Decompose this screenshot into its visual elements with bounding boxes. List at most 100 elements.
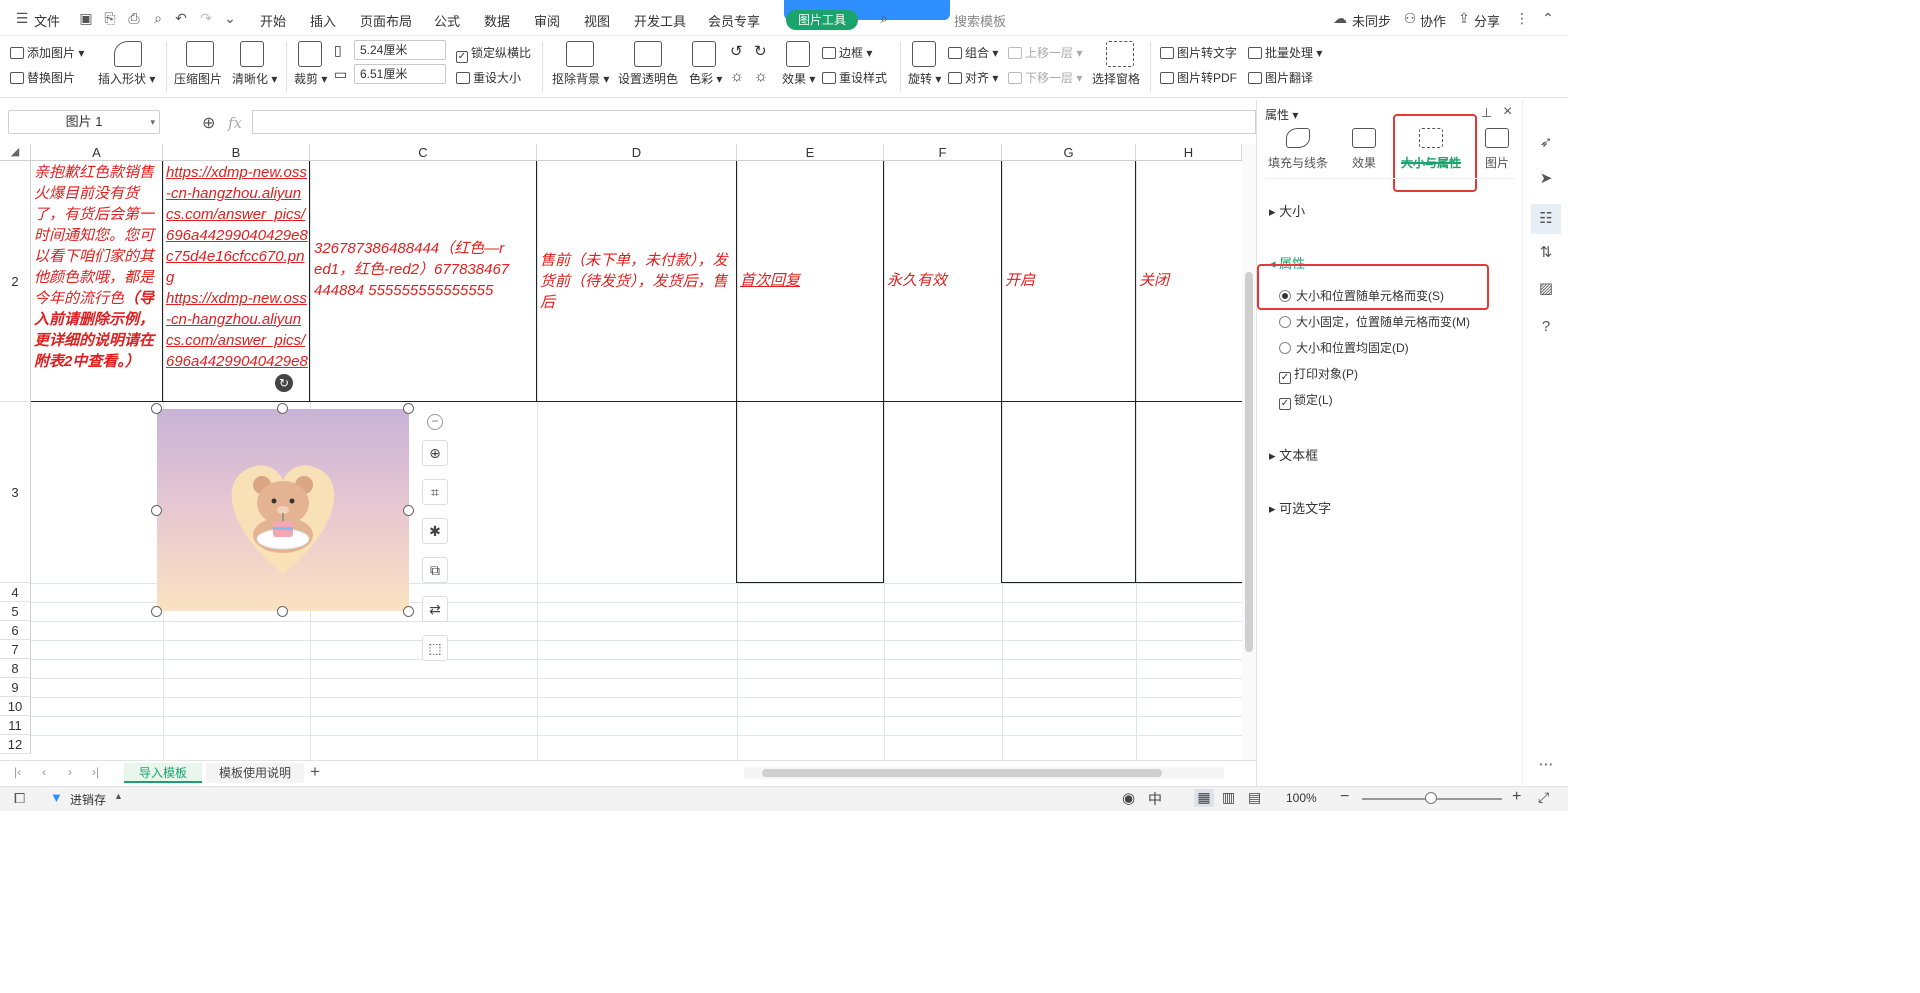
name-box-dropdown-icon[interactable]: ▾ bbox=[150, 111, 155, 133]
section-alt-text[interactable]: ▸ 可选文字 bbox=[1269, 498, 1331, 517]
tab-effects[interactable]: 效果 bbox=[1335, 128, 1393, 171]
insert-shape-button[interactable]: 插入形状 ▾ bbox=[98, 70, 155, 87]
page-break-view-icon[interactable]: ▤ bbox=[1248, 789, 1261, 806]
zoom-picture-icon[interactable]: ⊕ bbox=[422, 440, 448, 466]
resize-handle[interactable] bbox=[403, 403, 414, 414]
zoom-formula-icon[interactable]: ⊕ bbox=[202, 113, 215, 133]
row-header-6[interactable]: 6 bbox=[0, 621, 31, 640]
cell-e2[interactable]: 首次回复 bbox=[740, 270, 880, 291]
collapse-toolbar-icon[interactable]: − bbox=[427, 414, 443, 430]
column-header-a[interactable]: A bbox=[31, 144, 163, 161]
tab-developer[interactable]: 开发工具 bbox=[634, 11, 686, 30]
zoom-out-icon[interactable]: − bbox=[1340, 788, 1349, 806]
vertical-scrollbar[interactable] bbox=[1242, 144, 1256, 760]
cursor-icon[interactable]: ➤ bbox=[1537, 170, 1555, 188]
search-template-input[interactable]: 搜索模板 bbox=[954, 11, 1006, 30]
cell-f2[interactable]: 永久有效 bbox=[887, 270, 997, 291]
hamburger-menu-icon[interactable]: ☰ bbox=[14, 10, 30, 26]
column-header-d[interactable]: D bbox=[537, 144, 737, 161]
prev-sheet-icon[interactable]: ‹ bbox=[42, 765, 46, 779]
column-header-c[interactable]: C bbox=[310, 144, 537, 161]
horizontal-scrollbar[interactable] bbox=[744, 767, 1224, 779]
compress-picture-button[interactable]: 压缩图片 bbox=[174, 70, 222, 87]
option-fixed-size-and-position[interactable]: 大小和位置均固定(D) bbox=[1279, 339, 1409, 356]
tab-page-layout[interactable]: 页面布局 bbox=[360, 11, 412, 30]
name-box[interactable]: 图片 1 ▾ bbox=[8, 110, 160, 134]
app-dropdown-icon[interactable]: ▲ bbox=[114, 791, 123, 801]
close-icon[interactable]: × bbox=[1503, 103, 1512, 121]
more-icon[interactable]: ⋮ bbox=[1514, 10, 1530, 26]
tab-insert[interactable]: 插入 bbox=[310, 11, 336, 30]
add-sheet-icon[interactable]: + bbox=[310, 762, 320, 782]
row-header-9[interactable]: 9 bbox=[0, 678, 31, 697]
section-textbox[interactable]: ▸ 文本框 bbox=[1269, 445, 1318, 464]
zoom-slider-thumb[interactable] bbox=[1425, 792, 1437, 804]
zoom-in-icon[interactable]: + bbox=[1512, 788, 1521, 806]
sheet-tab-import-template[interactable]: 导入模板 bbox=[124, 763, 202, 783]
idea-bulb-icon[interactable]: ✱ bbox=[422, 518, 448, 544]
tab-home[interactable]: 开始 bbox=[260, 11, 286, 30]
properties-sliders-icon[interactable]: ☷ bbox=[1531, 204, 1561, 234]
selection-pane-button[interactable]: 选择窗格 bbox=[1092, 70, 1140, 87]
crop-picture-icon[interactable]: ⌗ bbox=[422, 479, 448, 505]
reset-size-button[interactable]: 重设大小 bbox=[456, 69, 521, 86]
send-backward-button[interactable]: 下移一层 ▾ bbox=[1008, 69, 1082, 86]
fx-icon[interactable]: fx bbox=[228, 114, 242, 132]
column-header-e[interactable]: E bbox=[737, 144, 884, 161]
rotate-handle-icon[interactable]: ↻ bbox=[275, 374, 293, 392]
redo-icon[interactable]: ↷ bbox=[198, 10, 214, 26]
rotate-left-icon[interactable]: ↺ bbox=[730, 42, 743, 60]
sync-status[interactable]: 未同步 bbox=[1352, 11, 1391, 30]
picture-translate-button[interactable]: 图片翻译 bbox=[1248, 69, 1313, 86]
collapse-ribbon-icon[interactable]: ⌃ bbox=[1540, 10, 1556, 26]
zoom-level[interactable]: 100% bbox=[1286, 791, 1317, 805]
sharpen-button[interactable]: 清晰化 ▾ bbox=[232, 70, 277, 87]
formula-input[interactable] bbox=[252, 110, 1256, 134]
selected-picture[interactable] bbox=[157, 409, 409, 611]
tab-review[interactable]: 审阅 bbox=[534, 11, 560, 30]
reset-style-button[interactable]: 重设样式 bbox=[822, 69, 887, 86]
picture-to-pdf-button[interactable]: 图片转PDF bbox=[1160, 69, 1237, 86]
align-button[interactable]: 对齐 ▾ bbox=[948, 69, 998, 86]
rotate-button[interactable]: 旋转 ▾ bbox=[908, 70, 941, 87]
column-header-h[interactable]: H bbox=[1136, 144, 1242, 161]
border-button[interactable]: 边框 ▾ bbox=[822, 44, 872, 61]
tab-member[interactable]: 会员专享 bbox=[708, 11, 760, 30]
link-2[interactable]: https://xdmp-new.oss-cn-hangzhou.aliyunc… bbox=[166, 290, 308, 370]
page-layout-view-icon[interactable]: ▥ bbox=[1222, 789, 1235, 806]
width-input[interactable]: 5.24厘米 bbox=[354, 40, 446, 60]
sheet-tab-instructions[interactable]: 模板使用说明 bbox=[206, 763, 304, 783]
resize-handle[interactable] bbox=[403, 505, 414, 516]
height-input[interactable]: 6.51厘米 bbox=[354, 64, 446, 84]
row-header-2[interactable]: 2 bbox=[0, 161, 31, 402]
row-header-4[interactable]: 4 bbox=[0, 583, 31, 602]
replace-picture-button[interactable]: 替换图片 bbox=[10, 69, 75, 86]
cell-b2[interactable]: https://xdmp-new.oss-cn-hangzhou.aliyunc… bbox=[166, 162, 308, 400]
column-header-f[interactable]: F bbox=[884, 144, 1002, 161]
color-button[interactable]: 色彩 ▾ bbox=[689, 70, 722, 87]
transform-icon[interactable]: ⇅ bbox=[1537, 244, 1555, 262]
save-icon[interactable]: ▣ bbox=[78, 10, 94, 26]
section-size[interactable]: ▸ 大小 bbox=[1269, 201, 1305, 220]
spreadsheet-grid[interactable]: ◢ A B C D E F G H 2 3 4 5 6 7 8 9 10 11 … bbox=[0, 144, 1242, 760]
rotate-right-icon[interactable]: ↻ bbox=[754, 42, 767, 60]
fullscreen-icon[interactable]: ⤢ bbox=[1538, 789, 1549, 806]
eye-protection-icon[interactable]: ◉ bbox=[1122, 789, 1135, 807]
help-icon[interactable]: ? bbox=[1537, 318, 1555, 336]
app-label[interactable]: 进销存 bbox=[70, 791, 106, 808]
resize-handle[interactable] bbox=[277, 606, 288, 617]
tab-view[interactable]: 视图 bbox=[584, 11, 610, 30]
print-icon[interactable]: ⎙ bbox=[126, 10, 142, 26]
contrast-icon[interactable]: ☼ bbox=[754, 68, 768, 85]
lock-aspect-checkbox[interactable]: ✓ 锁定纵横比 bbox=[456, 44, 531, 63]
locked-checkbox[interactable]: ✓ 锁定(L) bbox=[1279, 391, 1333, 410]
last-sheet-icon[interactable]: ›| bbox=[92, 765, 99, 779]
export-icon[interactable]: ⎘ bbox=[102, 10, 118, 26]
column-header-b[interactable]: B bbox=[163, 144, 310, 161]
horizontal-scroll-thumb[interactable] bbox=[762, 769, 1162, 777]
tab-picture[interactable]: 图片 bbox=[1469, 128, 1525, 171]
file-menu[interactable]: 文件 bbox=[34, 11, 60, 30]
collab-button[interactable]: 协作 bbox=[1420, 11, 1446, 30]
rocket-icon[interactable]: ➶ bbox=[1537, 134, 1555, 152]
brightness-icon[interactable]: ☼ bbox=[730, 68, 744, 85]
